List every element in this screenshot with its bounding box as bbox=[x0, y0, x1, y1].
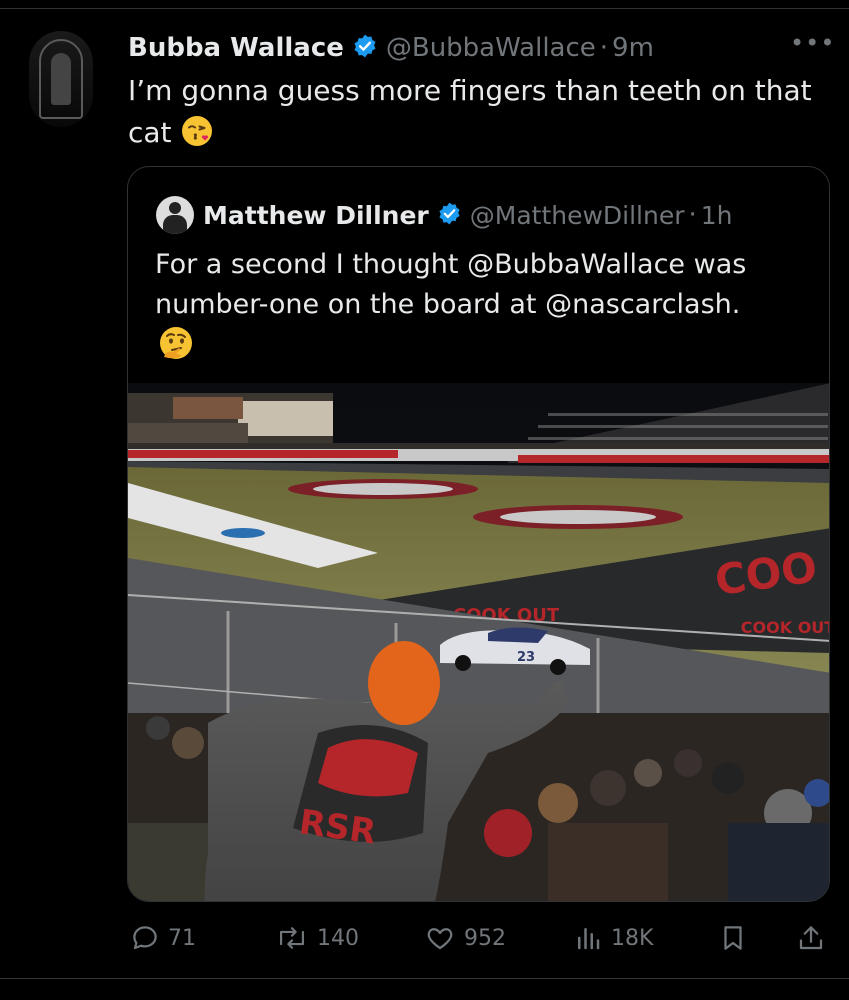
share-button[interactable] bbox=[796, 918, 834, 958]
header-separator: · bbox=[599, 33, 609, 63]
heart-icon bbox=[427, 928, 453, 950]
reply-count: 71 bbox=[168, 925, 196, 951]
quoted-tweet-timestamp[interactable]: 1h bbox=[701, 201, 733, 230]
views-button[interactable]: 18K bbox=[573, 918, 653, 958]
author-avatar[interactable] bbox=[29, 31, 93, 127]
reply-icon bbox=[133, 926, 157, 950]
like-count: 952 bbox=[464, 925, 506, 951]
quoted-verified-badge-icon bbox=[437, 201, 462, 230]
thinking-face-icon bbox=[157, 325, 195, 367]
more-options-icon[interactable]: ••• bbox=[790, 31, 834, 61]
quoted-tweet-card[interactable]: Matthew Dillner @MatthewDillner · 1h For… bbox=[127, 166, 830, 902]
tweet-text: I’m gonna guess more fingers than teeth … bbox=[128, 74, 812, 149]
repost-icon bbox=[279, 927, 305, 949]
face-blowing-kiss-icon bbox=[180, 114, 214, 160]
quoted-author-handle[interactable]: @MatthewDillner bbox=[470, 201, 685, 230]
reply-button[interactable]: 71 bbox=[130, 918, 196, 958]
verified-badge-icon bbox=[352, 33, 378, 63]
repost-count: 140 bbox=[317, 925, 359, 951]
quoted-avatar-body bbox=[163, 215, 187, 234]
tweet-timestamp[interactable]: 9m bbox=[612, 33, 654, 63]
tweet-text-block: I’m gonna guess more fingers than teeth … bbox=[128, 70, 818, 160]
action-bar: 71 140 952 18K bbox=[0, 918, 849, 958]
quoted-avatar-head bbox=[169, 202, 181, 214]
tweet-header: Bubba Wallace @BubbaWallace · 9m bbox=[128, 28, 654, 68]
top-divider bbox=[0, 8, 849, 9]
quoted-author-avatar[interactable] bbox=[156, 196, 194, 234]
bookmark-icon bbox=[724, 926, 742, 950]
views-icon bbox=[578, 928, 600, 950]
views-count: 18K bbox=[611, 925, 654, 951]
bottom-divider bbox=[0, 978, 849, 979]
quoted-tweet-text: For a second I thought @BubbaWallace was… bbox=[155, 249, 747, 320]
repost-button[interactable]: 140 bbox=[275, 918, 359, 958]
photo-logo-edge: COOK OUT bbox=[741, 618, 830, 637]
car-number: 23 bbox=[517, 650, 535, 665]
bookmark-button[interactable] bbox=[718, 918, 756, 958]
like-button[interactable]: 952 bbox=[424, 918, 506, 958]
tweet-photo[interactable]: COO COOK OUT COOK OUT 23 RSR bbox=[128, 383, 830, 902]
quoted-tweet-header: Matthew Dillner @MatthewDillner · 1h bbox=[203, 195, 733, 235]
share-icon bbox=[799, 926, 823, 950]
author-handle[interactable]: @BubbaWallace bbox=[386, 33, 596, 63]
quoted-author-name[interactable]: Matthew Dillner bbox=[203, 201, 429, 230]
author-name[interactable]: Bubba Wallace bbox=[128, 33, 344, 63]
banner-logo-shape bbox=[221, 528, 265, 538]
avatar-figure bbox=[51, 53, 71, 105]
quoted-header-separator: · bbox=[688, 200, 697, 230]
